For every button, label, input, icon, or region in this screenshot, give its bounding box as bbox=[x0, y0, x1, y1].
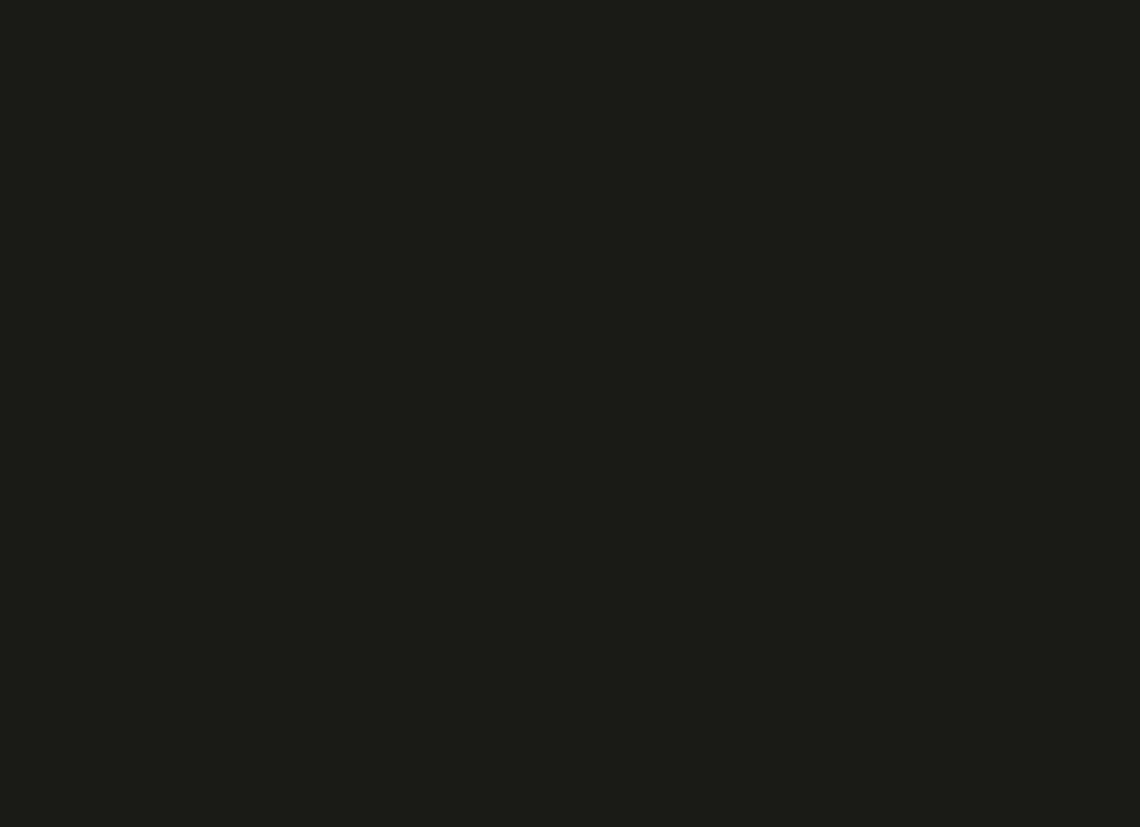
tier-board bbox=[0, 0, 1140, 827]
